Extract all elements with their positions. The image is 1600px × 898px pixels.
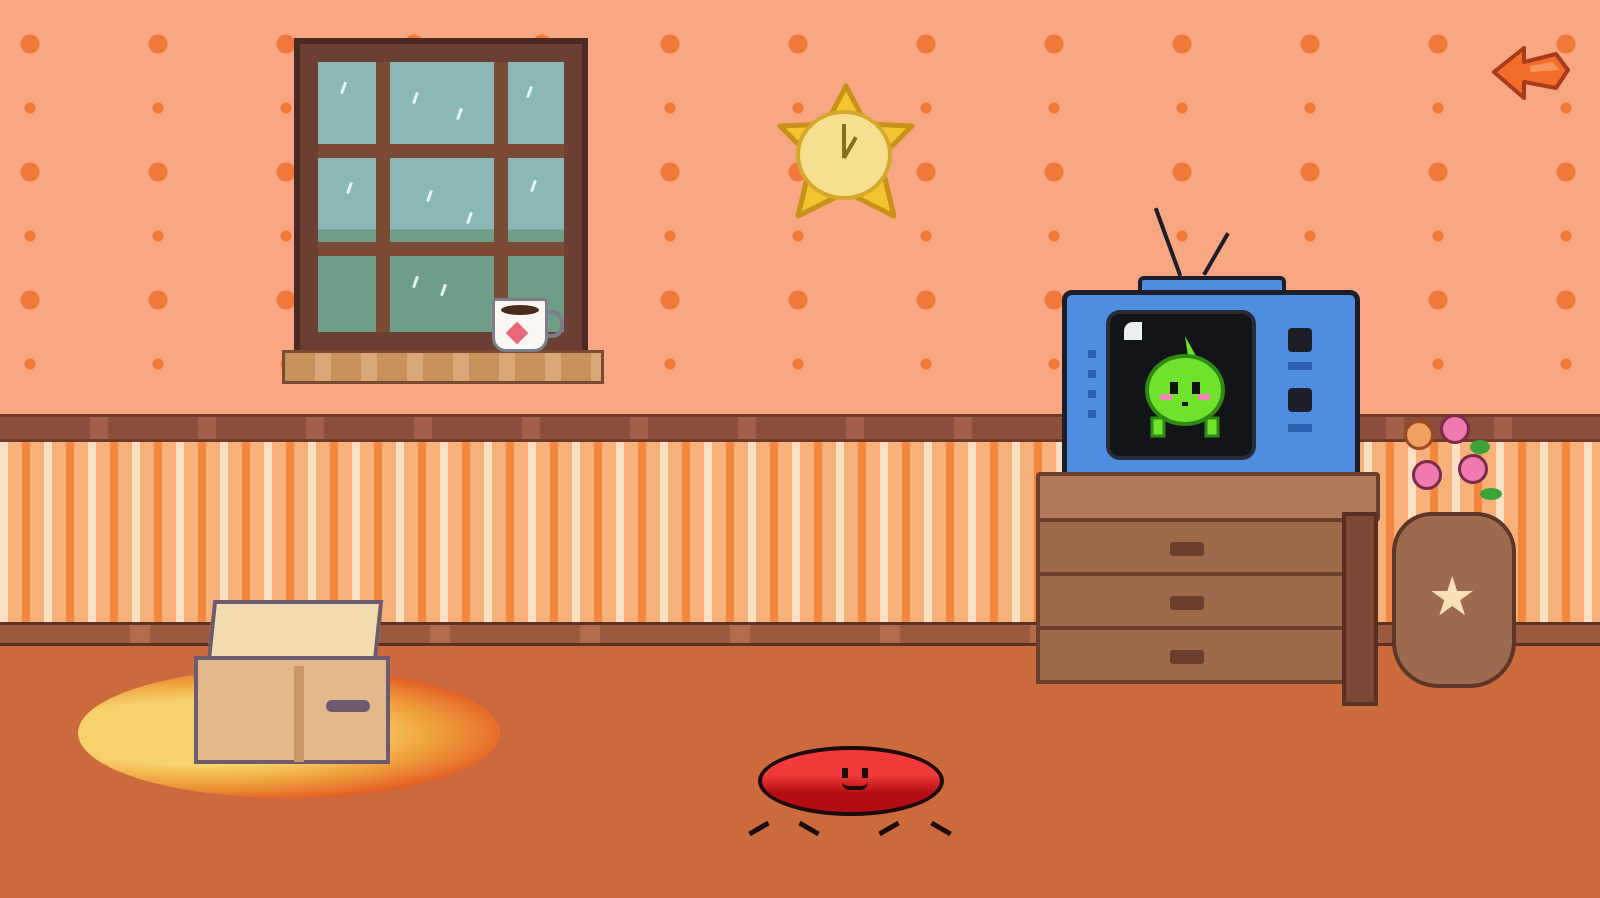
- flower: [1412, 460, 1442, 490]
- tv-knob[interactable]: [1288, 328, 1312, 352]
- tv-screen: [1106, 310, 1256, 460]
- mug-heart-decal: [505, 321, 529, 345]
- window-mullion: [318, 242, 564, 256]
- tv-button[interactable]: [1288, 424, 1312, 432]
- chair-rail: [0, 414, 1600, 442]
- tv-button[interactable]: [1288, 362, 1312, 370]
- tv-speaker-dot: [1088, 370, 1096, 378]
- clock-face: [796, 110, 892, 200]
- window-mullion: [376, 62, 390, 332]
- flower: [1404, 420, 1434, 450]
- rain-drop: [456, 107, 463, 121]
- slime-body: [758, 746, 944, 816]
- drawer-pull: [1170, 596, 1204, 610]
- dresser-top: [1036, 472, 1380, 522]
- rain-drop: [412, 91, 419, 105]
- rain-drop: [426, 189, 433, 203]
- flower-vase-icon[interactable]: ★: [1392, 512, 1516, 688]
- dresser-side: [1342, 512, 1378, 706]
- star-clock-icon[interactable]: [770, 82, 922, 222]
- rain-drop: [346, 181, 353, 195]
- tv-speaker-dot: [1088, 350, 1096, 358]
- slime-mouth: [842, 782, 868, 790]
- window-glass: [318, 62, 564, 332]
- slime-leg: [878, 820, 900, 837]
- tv-speaker-dot: [1088, 410, 1096, 418]
- back-arrow-icon: [1492, 46, 1570, 100]
- tv-knob[interactable]: [1288, 388, 1312, 412]
- game-scene: ★: [0, 0, 1600, 898]
- slime-leg: [798, 820, 820, 837]
- red-slime-character[interactable]: [748, 746, 952, 842]
- tv-icon[interactable]: [1062, 290, 1360, 486]
- drawer-pull: [1170, 542, 1204, 556]
- rain-drop: [340, 81, 347, 95]
- dresser-drawer[interactable]: [1036, 572, 1346, 630]
- window-mullion: [318, 144, 564, 158]
- leaf: [1470, 440, 1490, 454]
- leaf: [1480, 488, 1502, 500]
- rain-drop: [526, 85, 533, 99]
- slime-eye: [842, 768, 848, 778]
- tv-speaker-dot: [1088, 390, 1096, 398]
- box-handle: [326, 700, 370, 712]
- cardboard-box-icon[interactable]: [194, 600, 390, 766]
- green-creature-icon: [1145, 336, 1225, 438]
- box-lid: [206, 600, 384, 662]
- flower: [1458, 454, 1488, 484]
- mug-coffee: [501, 305, 539, 315]
- slime-face: [832, 764, 878, 794]
- vase-star-decal: ★: [1428, 565, 1477, 628]
- slime-eye: [862, 768, 868, 778]
- back-button[interactable]: [1490, 40, 1572, 110]
- rain-drop: [466, 211, 473, 225]
- window-mullion: [494, 62, 508, 332]
- rain-drop: [530, 179, 537, 193]
- dresser-drawer[interactable]: [1036, 518, 1346, 576]
- rain-drop: [440, 283, 447, 297]
- window-sill: [282, 350, 604, 384]
- flower: [1440, 414, 1470, 444]
- dresser-drawer[interactable]: [1036, 626, 1346, 684]
- coffee-mug-icon[interactable]: [492, 298, 548, 352]
- rain-drop: [412, 275, 419, 289]
- dresser[interactable]: [1036, 472, 1380, 706]
- box-front: [194, 656, 390, 764]
- box-tape: [294, 666, 304, 762]
- drawer-pull: [1170, 650, 1204, 664]
